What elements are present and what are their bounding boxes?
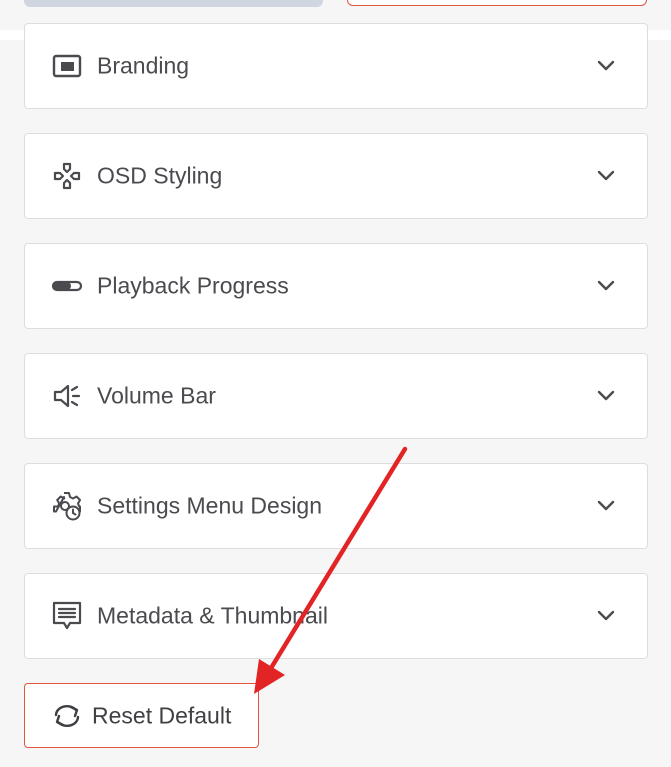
playback-progress-icon <box>51 270 83 302</box>
branding-icon <box>51 50 83 82</box>
chevron-down-icon <box>595 165 617 187</box>
chevron-down-icon <box>595 495 617 517</box>
reset-default-button[interactable]: Reset Default <box>24 683 259 748</box>
chevron-down-icon <box>595 385 617 407</box>
chevron-down-icon <box>595 605 617 627</box>
accordion-osd-styling-label: OSD Styling <box>97 162 223 189</box>
accordion-volume-bar-label: Volume Bar <box>97 382 216 409</box>
top-tab-right[interactable] <box>347 0 647 6</box>
accordion-branding-label: Branding <box>97 52 190 79</box>
accordion-osd-styling[interactable]: OSD Styling <box>24 133 648 219</box>
accordion-volume-bar[interactable]: Volume Bar <box>24 353 648 439</box>
metadata-thumbnail-icon <box>51 600 83 632</box>
chevron-down-icon <box>595 55 617 77</box>
osd-styling-icon <box>51 160 83 192</box>
accordion-metadata-thumbnail[interactable]: Metadata & Thumbnail <box>24 573 648 659</box>
top-tab-left[interactable] <box>24 0 323 7</box>
accordion-metadata-thumbnail-label: Metadata & Thumbnail <box>97 602 328 629</box>
reset-default-label: Reset Default <box>92 702 232 728</box>
chevron-down-icon <box>595 275 617 297</box>
volume-bar-icon <box>51 380 83 412</box>
settings-menu-icon <box>51 490 83 522</box>
accordion-settings-menu-design-label: Settings Menu Design <box>97 492 323 519</box>
accordion-playback-progress[interactable]: Playback Progress <box>24 243 648 329</box>
accordion-branding[interactable]: Branding <box>24 23 648 109</box>
accordion-settings-menu-design[interactable]: Settings Menu Design <box>24 463 648 549</box>
accordion-playback-progress-label: Playback Progress <box>97 272 289 299</box>
refresh-icon <box>51 700 83 732</box>
